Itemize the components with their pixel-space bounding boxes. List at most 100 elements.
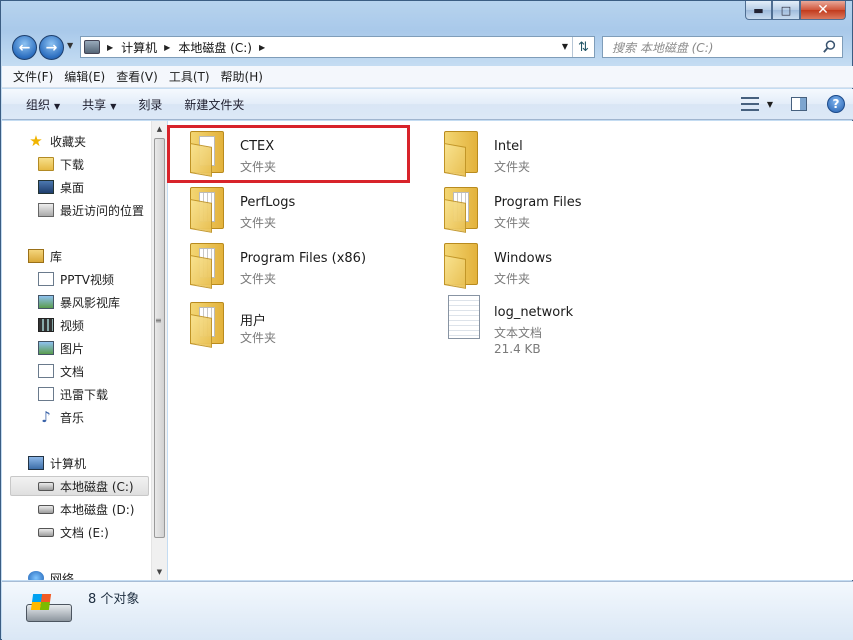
scroll-thumb[interactable] bbox=[154, 138, 165, 538]
drive-icon bbox=[38, 527, 54, 537]
organize-label: 组织 bbox=[26, 97, 51, 112]
file-item-perflogs[interactable]: PerfLogs 文件夹 bbox=[168, 181, 408, 233]
caption-buttons: ▬ □ ✕ bbox=[745, 1, 846, 20]
sidebar-label: 迅雷下载 bbox=[60, 387, 109, 402]
menu-tools[interactable]: 工具(T) bbox=[169, 68, 210, 85]
sidebar-label: 图片 bbox=[60, 341, 85, 356]
folder-icon bbox=[190, 131, 224, 177]
sidebar-favorites[interactable]: ★ 收藏夹 bbox=[28, 131, 86, 151]
sidebar-computer[interactable]: 计算机 bbox=[28, 453, 86, 473]
sidebar-item-drive-e[interactable]: 文档 (E:) bbox=[38, 522, 109, 542]
menu-file[interactable]: 文件(F) bbox=[13, 68, 53, 85]
forward-button[interactable]: → bbox=[39, 35, 64, 60]
sidebar-item-music[interactable]: ♪ 音乐 bbox=[38, 407, 84, 427]
file-item-users[interactable]: 用户 文件夹 bbox=[168, 296, 408, 348]
menu-help[interactable]: 帮助(H) bbox=[221, 68, 263, 85]
star-icon: ★ bbox=[29, 132, 43, 150]
close-button[interactable]: ✕ bbox=[800, 1, 846, 20]
navigation-scrollbar[interactable]: ▲ ≡ ▼ bbox=[151, 121, 167, 580]
file-item-intel[interactable]: Intel 文件夹 bbox=[422, 125, 662, 177]
folder-icon bbox=[444, 243, 478, 289]
back-button[interactable]: ← bbox=[12, 35, 37, 60]
recent-pages-dropdown[interactable]: ▼ bbox=[67, 41, 73, 50]
scroll-up-icon[interactable]: ▲ bbox=[152, 121, 167, 137]
sidebar-label: 文档 bbox=[60, 364, 85, 379]
help-icon[interactable]: ? bbox=[827, 95, 845, 113]
chevron-right-icon[interactable]: ▶ bbox=[164, 43, 170, 52]
sidebar-network[interactable]: 网络 bbox=[28, 568, 74, 580]
file-type: 文件夹 bbox=[240, 331, 277, 345]
sidebar-libraries[interactable]: 库 bbox=[28, 246, 62, 266]
document-icon bbox=[38, 364, 54, 378]
recent-places-icon bbox=[38, 203, 54, 217]
sidebar-item-thunder-downloads[interactable]: 迅雷下载 bbox=[38, 384, 108, 404]
change-view-icon[interactable] bbox=[740, 97, 759, 111]
file-type: 文件夹 bbox=[494, 216, 531, 230]
media-library-icon bbox=[38, 295, 54, 309]
sidebar-item-desktop[interactable]: 桌面 bbox=[38, 177, 84, 197]
menu-bar: 文件(F) 编辑(E) 查看(V) 工具(T) 帮助(H) bbox=[2, 66, 853, 88]
file-name: Program Files (x86) bbox=[240, 251, 367, 266]
picture-icon bbox=[38, 341, 54, 355]
chevron-right-icon[interactable]: ▶ bbox=[259, 43, 265, 52]
sidebar-label: 库 bbox=[50, 249, 63, 264]
sidebar-label: 网络 bbox=[50, 571, 75, 581]
sidebar-label: 收藏夹 bbox=[50, 134, 87, 149]
chevron-down-icon: ▼ bbox=[54, 101, 61, 111]
address-dropdown-icon[interactable]: ▼ bbox=[562, 42, 568, 51]
file-name: Intel bbox=[494, 139, 523, 154]
details-pane: 8 个对象 bbox=[2, 581, 853, 640]
search-icon[interactable] bbox=[822, 39, 837, 54]
refresh-button[interactable]: ⇅ bbox=[572, 37, 594, 57]
file-item-program-files-x86[interactable]: Program Files (x86) 文件夹 bbox=[168, 237, 408, 289]
sidebar-item-local-disk-d[interactable]: 本地磁盘 (D:) bbox=[38, 499, 134, 519]
music-note-icon: ♪ bbox=[41, 408, 51, 426]
maximize-button[interactable]: □ bbox=[772, 1, 800, 20]
sidebar-item-baofeng-library[interactable]: 暴风影视库 bbox=[38, 292, 120, 312]
sidebar-item-videos[interactable]: 视频 bbox=[38, 315, 84, 335]
file-type: 文件夹 bbox=[240, 216, 277, 230]
share-button[interactable]: 共享 ▼ bbox=[82, 96, 116, 113]
new-folder-button[interactable]: 新建文件夹 bbox=[184, 96, 244, 113]
sidebar-item-pictures[interactable]: 图片 bbox=[38, 338, 84, 358]
file-name: CTEX bbox=[240, 139, 275, 154]
menu-view[interactable]: 查看(V) bbox=[116, 68, 158, 85]
sidebar-item-downloads[interactable]: 下载 bbox=[38, 154, 84, 174]
breadcrumb-local-disk-c[interactable]: 本地磁盘 (C:) bbox=[178, 39, 252, 56]
sidebar-item-recent-places[interactable]: 最近访问的位置 bbox=[38, 200, 144, 220]
file-item-log-network[interactable]: log_network 文本文档 21.4 KB bbox=[422, 291, 662, 361]
sidebar-item-documents[interactable]: 文档 bbox=[38, 361, 84, 381]
folder-icon bbox=[190, 302, 224, 348]
file-type: 文件夹 bbox=[494, 160, 531, 174]
view-options-dropdown[interactable]: ▼ bbox=[767, 100, 773, 109]
sidebar-label: PPTV视频 bbox=[60, 272, 115, 287]
command-bar-right: ▼ ? bbox=[740, 95, 845, 113]
file-type: 文件夹 bbox=[240, 160, 277, 174]
sidebar-item-pptv-video[interactable]: PPTV视频 bbox=[38, 269, 114, 289]
search-box[interactable]: 搜索 本地磁盘 (C:) bbox=[602, 36, 843, 58]
scroll-down-icon[interactable]: ▼ bbox=[152, 564, 167, 580]
file-name: log_network bbox=[494, 305, 574, 320]
file-type: 文件夹 bbox=[494, 272, 531, 286]
menu-edit[interactable]: 编辑(E) bbox=[64, 68, 105, 85]
file-name: Program Files bbox=[494, 195, 582, 210]
burn-button[interactable]: 刻录 bbox=[138, 96, 162, 113]
file-list: CTEX 文件夹 PerfLogs 文件夹 Program Files (x86… bbox=[168, 121, 853, 580]
breadcrumb-computer[interactable]: 计算机 bbox=[121, 39, 157, 56]
chevron-right-icon[interactable]: ▶ bbox=[107, 43, 113, 52]
sidebar-label: 视频 bbox=[60, 318, 85, 333]
address-bar[interactable]: ▶ 计算机 ▶ 本地磁盘 (C:) ▶ ▼ ⇅ bbox=[80, 36, 595, 58]
sidebar-item-local-disk-c[interactable]: 本地磁盘 (C:) bbox=[10, 476, 149, 496]
organize-button[interactable]: 组织 ▼ bbox=[26, 96, 60, 113]
file-item-ctex[interactable]: CTEX 文件夹 bbox=[168, 125, 408, 177]
sidebar-label: 最近访问的位置 bbox=[60, 203, 145, 218]
sidebar-label: 音乐 bbox=[60, 410, 85, 425]
sidebar-label: 下载 bbox=[60, 157, 85, 172]
minimize-button[interactable]: ▬ bbox=[745, 1, 772, 20]
preview-pane-icon[interactable] bbox=[791, 97, 807, 111]
explorer-window: ▬ □ ✕ ← → ▼ ▶ 计算机 ▶ 本地磁盘 (C:) ▶ ▼ ⇅ 搜索 本… bbox=[0, 0, 853, 640]
folder-icon bbox=[444, 131, 478, 177]
sidebar-label: 文档 (E:) bbox=[60, 525, 109, 540]
file-item-windows[interactable]: Windows 文件夹 bbox=[422, 237, 662, 289]
file-item-program-files[interactable]: Program Files 文件夹 bbox=[422, 181, 662, 233]
